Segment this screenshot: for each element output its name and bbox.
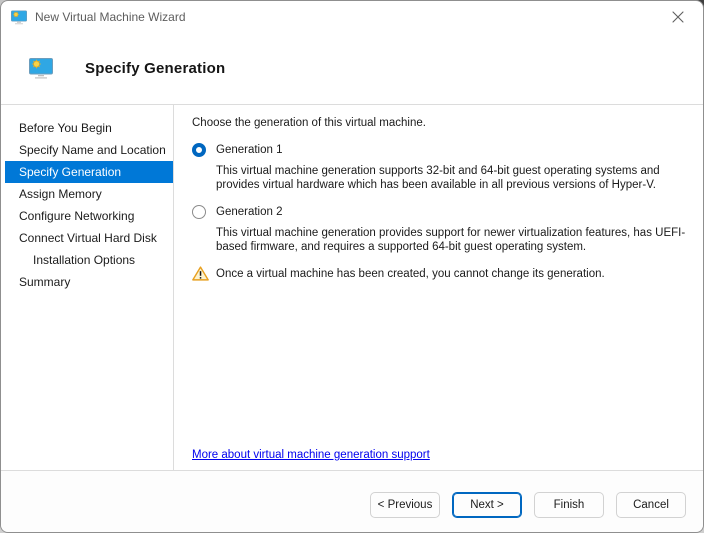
option-description: This virtual machine generation provides… [216,226,686,253]
sidebar-item-summary[interactable]: Summary [5,271,173,293]
sidebar-item-configure-networking[interactable]: Configure Networking [5,205,173,227]
wizard-window: New Virtual Machine Wizard Specify Gener… [0,0,704,533]
radio-label: Generation 2 [216,205,283,218]
warning-text: Once a virtual machine has been created,… [216,268,605,280]
sidebar-item-specify-generation[interactable]: Specify Generation [5,161,173,183]
warning-row: Once a virtual machine has been created,… [192,266,693,281]
close-button[interactable] [656,2,700,32]
sidebar-item-installation-options[interactable]: Installation Options [5,249,173,271]
option-generation-2: Generation 2 This virtual machine genera… [192,204,693,255]
cancel-button[interactable]: Cancel [616,492,686,518]
titlebar[interactable]: New Virtual Machine Wizard [1,1,703,33]
sidebar-item-assign-memory[interactable]: Assign Memory [5,183,173,205]
warning-icon [192,266,209,281]
sidebar-item-label: Installation Options [33,253,136,267]
sidebar-item-connect-virtual-hard-disk[interactable]: Connect Virtual Hard Disk [5,227,173,249]
sidebar-item-label: Assign Memory [19,187,102,201]
sidebar-item-label: Specify Generation [19,165,122,179]
footer: < Previous Next > Finish Cancel [1,470,703,532]
radio-generation-1[interactable] [192,143,206,157]
screen-background: New Virtual Machine Wizard Specify Gener… [0,0,704,533]
sidebar-item-label: Connect Virtual Hard Disk [19,231,157,245]
page-title: Specify Generation [85,60,226,77]
wizard-body: Before You Begin Specify Name and Locati… [1,104,703,470]
generation-options: Generation 1 This virtual machine genera… [192,142,693,254]
close-icon [672,11,684,23]
radio-generation-2[interactable] [192,204,206,219]
sidebar-item-label: Specify Name and Location [19,143,166,157]
sidebar-item-before-you-begin[interactable]: Before You Begin [5,117,173,139]
page-header: Specify Generation [1,33,703,104]
vm-monitor-icon [29,58,53,79]
sidebar-item-specify-name-and-location[interactable]: Specify Name and Location [5,139,173,161]
previous-button[interactable]: < Previous [370,492,440,518]
radio-label: Generation 1 [216,144,283,156]
next-button[interactable]: Next > [452,492,522,518]
intro-text: Choose the generation of this virtual ma… [192,117,426,129]
vm-monitor-icon-small [11,10,27,25]
finish-button[interactable]: Finish [534,492,604,518]
more-about-generation-link[interactable]: More about virtual machine generation su… [192,449,430,461]
sidebar-item-label: Before You Begin [19,121,112,135]
wizard-page-content: Choose the generation of this virtual ma… [174,105,703,470]
option-description: This virtual machine generation supports… [216,165,660,192]
option-generation-1: Generation 1 This virtual machine genera… [192,142,693,193]
sidebar-item-label: Configure Networking [19,209,135,223]
wizard-steps-sidebar: Before You Begin Specify Name and Locati… [1,105,174,470]
window-title: New Virtual Machine Wizard [35,10,186,24]
sidebar-item-label: Summary [19,275,71,289]
